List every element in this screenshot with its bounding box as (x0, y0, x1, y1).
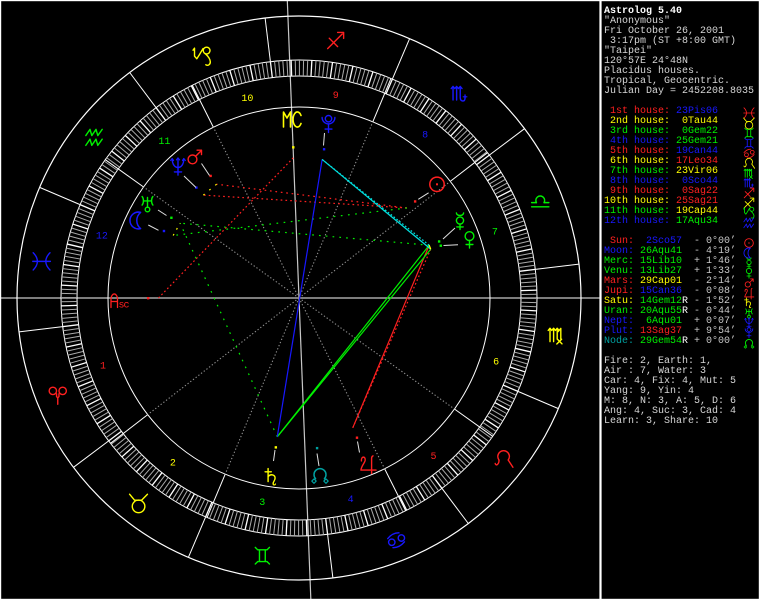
svg-text:1: 1 (100, 361, 106, 372)
svg-text:5: 5 (431, 452, 437, 463)
svg-text:12: 12 (96, 231, 108, 242)
svg-text:4: 4 (348, 495, 354, 506)
svg-text:3: 3 (259, 498, 265, 509)
svg-text:8: 8 (422, 130, 428, 141)
svg-text:11: 11 (158, 137, 170, 148)
svg-text:c: c (123, 300, 129, 311)
svg-text:9: 9 (333, 91, 339, 102)
svg-text:10: 10 (241, 94, 253, 105)
svg-text:6: 6 (493, 358, 499, 369)
svg-text:7: 7 (492, 228, 498, 239)
svg-text:2: 2 (170, 459, 176, 470)
